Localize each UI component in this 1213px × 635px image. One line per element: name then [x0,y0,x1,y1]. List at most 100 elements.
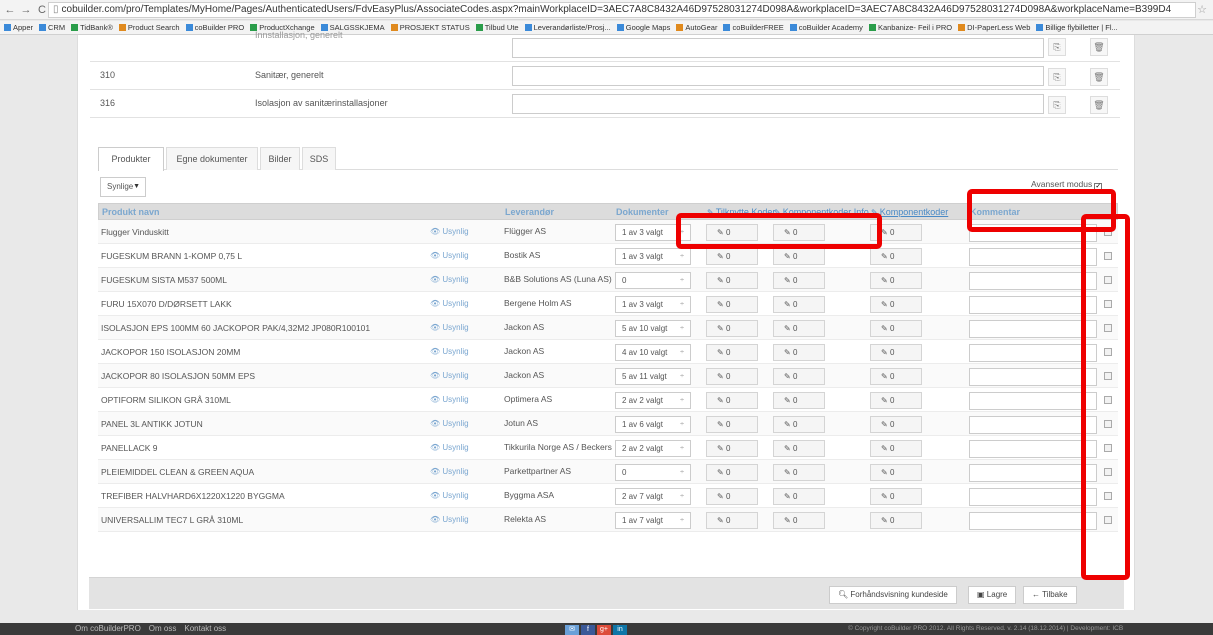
bookmark-item[interactable]: Google Maps [616,21,670,34]
visibility-toggle[interactable]: 👁︎ Usynlig [430,251,469,260]
edit-component-codes-button[interactable]: ✎ 0 [870,416,922,433]
visibility-filter-select[interactable]: Synlige ▼ [100,177,146,197]
edit-codes-button[interactable]: ✎ 0 [706,512,758,529]
visibility-toggle[interactable]: 👁︎ Usynlig [430,347,469,356]
comment-input[interactable] [969,416,1097,434]
bookmark-item[interactable]: CRM [39,21,65,34]
documents-select[interactable]: 2 av 2 valgt ÷ [615,392,691,409]
edit-codes-button[interactable]: ✎ 0 [706,416,758,433]
visibility-toggle[interactable]: 👁︎ Usynlig [430,227,469,236]
copy-icon[interactable]: ⎘ [1048,96,1066,114]
code-input[interactable] [512,94,1044,114]
documents-select[interactable]: 1 av 6 valgt ÷ [615,416,691,433]
edit-component-info-button[interactable]: ✎ 0 [773,320,825,337]
back-button[interactable]: ← Tilbake [1023,586,1077,604]
trash-icon[interactable]: 🗑︎ [1090,68,1108,86]
edit-component-info-button[interactable]: ✎ 0 [773,464,825,481]
documents-select[interactable]: 1 av 3 valgt ÷ [615,248,691,265]
google-plus-icon[interactable]: g+ [597,625,611,635]
edit-component-info-button[interactable]: ✎ 0 [773,248,825,265]
trash-icon[interactable]: 🗑︎ [1090,96,1108,114]
documents-select[interactable]: 2 av 2 valgt ÷ [615,440,691,457]
visibility-toggle[interactable]: 👁︎ Usynlig [430,275,469,284]
bookmark-item[interactable]: Tilbud Ute [475,21,519,34]
edit-component-info-button[interactable]: ✎ 0 [773,488,825,505]
copy-icon[interactable]: ⎘ [1048,68,1066,86]
comment-input[interactable] [969,392,1097,410]
edit-component-info-button[interactable]: ✎ 0 [773,368,825,385]
visibility-toggle[interactable]: 👁︎ Usynlig [430,371,469,380]
preview-button[interactable]: 🔍︎ Forhåndsvisning kundeside [829,586,957,604]
edit-component-codes-button[interactable]: ✎ 0 [870,464,922,481]
edit-component-info-button[interactable]: ✎ 0 [773,296,825,313]
edit-component-info-button[interactable]: ✎ 0 [773,272,825,289]
edit-codes-button[interactable]: ✎ 0 [706,368,758,385]
tab-egne-dokumenter[interactable]: Egne dokumenter [166,147,258,170]
edit-component-codes-button[interactable]: ✎ 0 [870,248,922,265]
comment-input[interactable] [969,272,1097,290]
comment-input[interactable] [969,488,1097,506]
documents-select[interactable]: 1 av 7 valgt ÷ [615,512,691,529]
visibility-toggle[interactable]: 👁︎ Usynlig [430,323,469,332]
footer-link[interactable]: Om oss [149,624,177,633]
edit-codes-button[interactable]: ✎ 0 [706,464,758,481]
edit-codes-button[interactable]: ✎ 0 [706,440,758,457]
documents-select[interactable]: 0 ÷ [615,464,691,481]
edit-component-codes-button[interactable]: ✎ 0 [870,368,922,385]
code-input[interactable] [512,38,1044,58]
comment-input[interactable] [969,464,1097,482]
edit-codes-button[interactable]: ✎ 0 [706,248,758,265]
bookmark-item[interactable]: TidBank® [71,21,113,34]
visibility-toggle[interactable]: 👁︎ Usynlig [430,467,469,476]
bookmark-item[interactable]: coBuilder Academy [789,21,863,34]
visibility-toggle[interactable]: 👁︎ Usynlig [430,419,469,428]
facebook-icon[interactable]: f [581,625,595,635]
comment-input[interactable] [969,512,1097,530]
bookmark-item[interactable]: Kanbanize- Feil i PRO [868,21,952,34]
tab-sds[interactable]: SDS [302,147,336,170]
visibility-toggle[interactable]: 👁︎ Usynlig [430,515,469,524]
edit-component-info-button[interactable]: ✎ 0 [773,392,825,409]
comment-input[interactable] [969,248,1097,266]
header-product-name[interactable]: Produkt navn [102,207,160,217]
url-field[interactable]: ▯ cobuilder.com/pro/Templates/MyHome/Page… [48,2,1196,18]
edit-component-codes-button[interactable]: ✎ 0 [870,272,922,289]
edit-component-codes-button[interactable]: ✎ 0 [870,440,922,457]
bookmark-item[interactable]: Apper [4,21,33,34]
header-supplier[interactable]: Leverandør [505,207,554,217]
code-input[interactable] [512,66,1044,86]
reload-icon[interactable]: C [36,3,48,17]
edit-component-codes-button[interactable]: ✎ 0 [870,296,922,313]
documents-select[interactable]: 5 av 11 valgt ÷ [615,368,691,385]
comment-input[interactable] [969,296,1097,314]
tab-produkter[interactable]: Produkter [98,147,164,171]
trash-icon[interactable]: 🗑︎ [1090,38,1108,56]
header-documents[interactable]: Dokumenter [616,207,669,217]
edit-component-info-button[interactable]: ✎ 0 [773,344,825,361]
edit-component-codes-button[interactable]: ✎ 0 [870,320,922,337]
edit-component-info-button[interactable]: ✎ 0 [773,512,825,529]
edit-codes-button[interactable]: ✎ 0 [706,344,758,361]
edit-codes-button[interactable]: ✎ 0 [706,488,758,505]
edit-codes-button[interactable]: ✎ 0 [706,320,758,337]
visibility-toggle[interactable]: 👁︎ Usynlig [430,395,469,404]
documents-select[interactable]: 1 av 3 valgt ÷ [615,296,691,313]
visibility-toggle[interactable]: 👁︎ Usynlig [430,443,469,452]
edit-codes-button[interactable]: ✎ 0 [706,272,758,289]
bookmark-item[interactable]: AutoGear [676,21,717,34]
documents-select[interactable]: 2 av 7 valgt ÷ [615,488,691,505]
edit-codes-button[interactable]: ✎ 0 [706,392,758,409]
bookmark-item[interactable]: Billige flybilletter | Fl... [1036,21,1118,34]
linkedin-icon[interactable]: in [613,625,627,635]
documents-select[interactable]: 4 av 10 valgt ÷ [615,344,691,361]
header-col-c[interactable]: ✎ Komponentkoder [871,207,948,217]
footer-link[interactable]: Kontakt oss [184,624,226,633]
documents-select[interactable]: 0 ÷ [615,272,691,289]
save-button[interactable]: ▣ Lagre [968,586,1017,604]
bookmark-item[interactable]: DI-PaperLess Web [958,21,1030,34]
email-icon[interactable]: ✉ [565,625,579,635]
bookmark-item[interactable]: coBuilder PRO [185,21,244,34]
documents-select[interactable]: 5 av 10 valgt ÷ [615,320,691,337]
edit-component-codes-button[interactable]: ✎ 0 [870,488,922,505]
bookmark-star-icon[interactable]: ☆ [1197,3,1207,16]
